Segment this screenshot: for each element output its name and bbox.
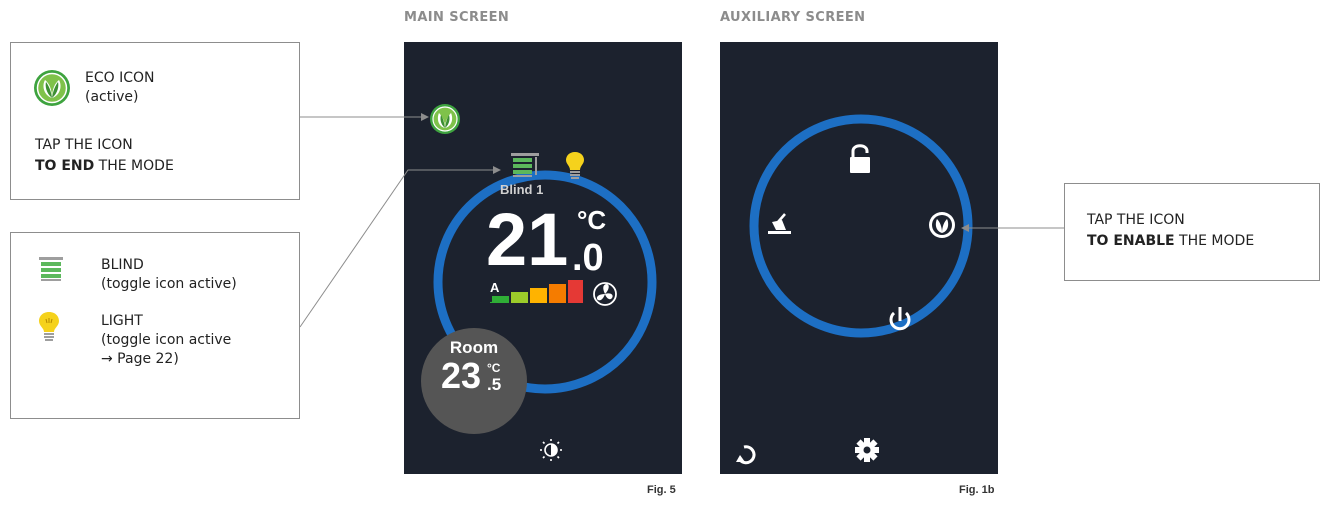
enable-instruction-emphasis: TO ENABLE <box>1087 233 1175 249</box>
eco-instruction-emphasis: TO END <box>35 158 95 174</box>
blind-icon <box>39 257 63 281</box>
enable-instruction-line2: TO ENABLE THE MODE <box>1087 232 1254 251</box>
main-figure-label: Fig. 5 <box>647 484 676 496</box>
cleaning-brush-icon[interactable] <box>768 213 791 234</box>
auxiliary-screen-graphics <box>736 114 973 465</box>
eco-leaf-icon[interactable] <box>430 104 460 134</box>
room-temperature-bubble: Room 23 °C .5 <box>421 328 527 434</box>
light-description-line1: (toggle icon active <box>101 332 232 348</box>
toggle-legend-callout: BLIND (toggle icon active) LIGHT (toggle… <box>10 232 300 419</box>
room-temperature-integer: 23 <box>441 355 482 396</box>
eco-instruction-rest: THE MODE <box>94 158 174 174</box>
main-screen-heading: MAIN SCREEN <box>404 10 510 25</box>
light-description-line2: → Page 22) <box>101 351 179 367</box>
settings-gear-icon[interactable] <box>855 438 879 462</box>
setpoint-integer: 21 <box>486 198 569 281</box>
eco-leaf-icon <box>34 70 70 106</box>
auxiliary-screen <box>720 42 998 474</box>
room-temperature-decimal: .5 <box>487 375 502 394</box>
enable-instruction-rest: THE MODE <box>1174 233 1255 249</box>
aux-figure-label: Fig. 1b <box>959 484 995 496</box>
light-bulb-icon <box>39 312 59 341</box>
main-screen: Blind 1 21 °C .0 A Room 23 °C .5 <box>404 42 682 474</box>
aux-screen-heading: AUXILIARY SCREEN <box>720 10 866 25</box>
blind-label: Blind 1 <box>500 182 544 197</box>
eco-icon-title: ECO ICON <box>85 70 155 86</box>
room-temperature-unit: °C <box>487 361 501 375</box>
blind-description: (toggle icon active) <box>101 276 237 292</box>
enable-callout: TAP THE ICON TO ENABLE THE MODE <box>1064 183 1320 281</box>
brightness-icon[interactable] <box>540 439 562 461</box>
unlock-icon[interactable] <box>850 144 870 173</box>
blind-title: BLIND <box>101 257 144 273</box>
setpoint-unit: °C <box>577 205 607 235</box>
eco-instruction-line2: TO END THE MODE <box>35 157 174 176</box>
eco-icon-subtitle: (active) <box>85 89 139 105</box>
refresh-icon[interactable] <box>736 445 756 465</box>
eco-leaf-icon[interactable] <box>929 212 955 238</box>
fan-icon[interactable] <box>593 282 617 306</box>
eco-instruction-line1: TAP THE ICON <box>35 137 133 153</box>
light-title: LIGHT <box>101 313 143 329</box>
fan-speed-bars <box>490 280 583 303</box>
eco-callout: ECO ICON (active) TAP THE ICON TO END TH… <box>10 42 300 200</box>
enable-instruction-line1: TAP THE ICON <box>1087 212 1185 228</box>
fan-mode-label: A <box>490 280 500 295</box>
setpoint-decimal: .0 <box>572 237 604 279</box>
